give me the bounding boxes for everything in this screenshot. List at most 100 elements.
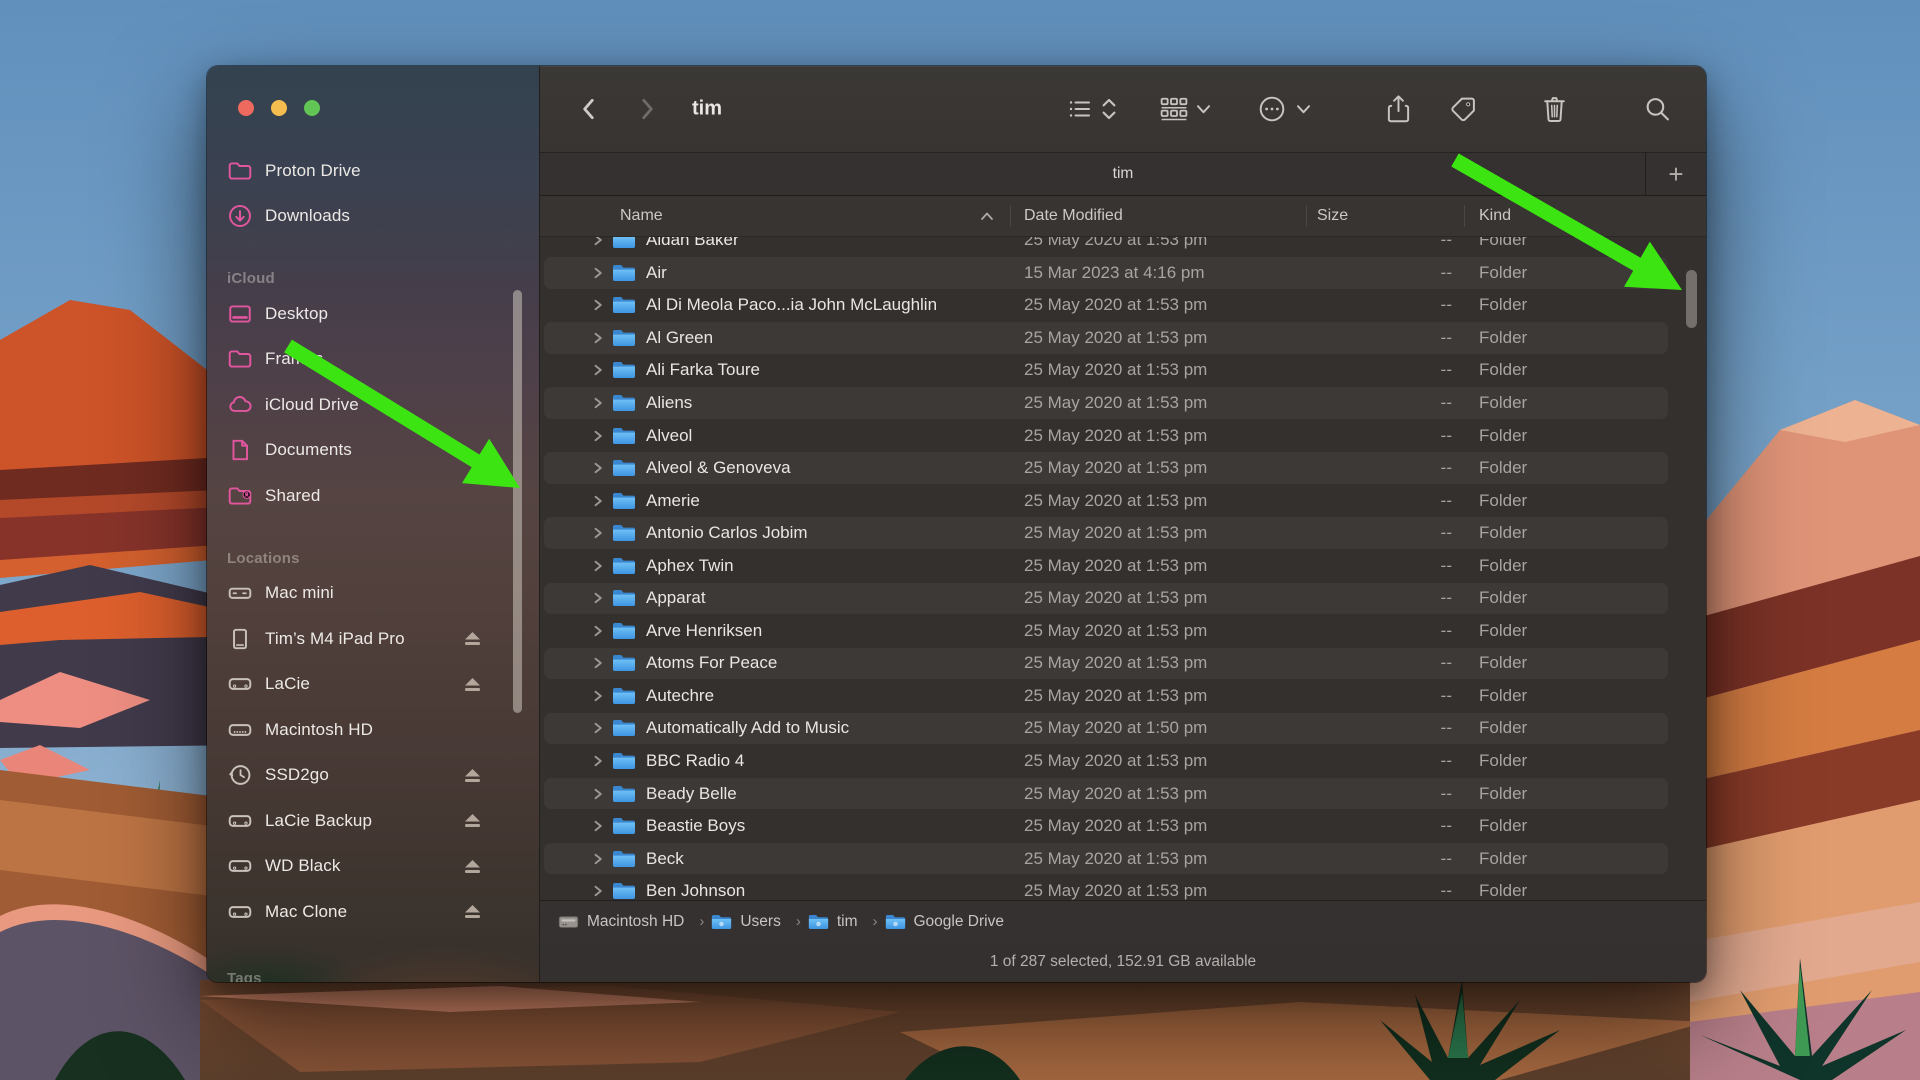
eject-icon[interactable] — [464, 813, 481, 828]
list-scrollbar[interactable] — [1686, 270, 1697, 328]
sidebar-item-documents[interactable]: Documents — [221, 428, 527, 474]
back-button[interactable] — [576, 96, 602, 122]
disclosure-chevron-icon[interactable] — [588, 364, 608, 376]
file-row-al-di-meola-paco-ia-john-mclaughlin[interactable]: Al Di Meola Paco...ia John McLaughlin 25… — [540, 289, 1706, 322]
disclosure-chevron-icon[interactable] — [588, 592, 608, 604]
column-header-date-modified[interactable]: Date Modified — [1024, 207, 1123, 225]
file-row-bbc-radio-4[interactable]: BBC Radio 4 25 May 2020 at 1:53 pm -- Fo… — [540, 745, 1706, 778]
disclosure-chevron-icon[interactable] — [588, 722, 608, 734]
disclosure-chevron-icon[interactable] — [588, 527, 608, 539]
sidebar-item-lacie[interactable]: LaCie — [221, 662, 527, 708]
sidebar-item-mac-mini[interactable]: Mac mini — [221, 571, 527, 617]
file-row-apparat[interactable]: Apparat 25 May 2020 at 1:53 pm -- Folder — [540, 582, 1706, 615]
disclosure-chevron-icon[interactable] — [588, 755, 608, 767]
disclosure-chevron-icon[interactable] — [588, 299, 608, 311]
column-header-kind[interactable]: Kind — [1479, 207, 1511, 225]
sidebar-item-proton-drive[interactable]: Proton Drive — [221, 148, 527, 194]
sidebar-item-lacie-backup[interactable]: LaCie Backup — [221, 798, 527, 844]
tag-icon[interactable] — [1450, 96, 1477, 123]
minimize-window-button[interactable] — [271, 100, 287, 116]
eject-icon[interactable] — [464, 859, 481, 874]
view-sort-updown-icon[interactable] — [1100, 97, 1118, 121]
disclosure-chevron-icon[interactable] — [588, 885, 608, 897]
path-item-google-drive[interactable]: Google Drive — [885, 913, 1026, 931]
disclosure-chevron-icon[interactable] — [588, 853, 608, 865]
sidebar-item-mac-clone[interactable]: Mac Clone — [221, 889, 527, 935]
actions-chevron-down-icon[interactable] — [1296, 104, 1311, 115]
file-row-atoms-for-peace[interactable]: Atoms For Peace 25 May 2020 at 1:53 pm -… — [540, 647, 1706, 680]
disclosure-chevron-icon[interactable] — [588, 820, 608, 832]
file-row-autechre[interactable]: Autechre 25 May 2020 at 1:53 pm -- Folde… — [540, 680, 1706, 713]
sidebar-item-macintosh-hd[interactable]: Macintosh HD — [221, 707, 527, 753]
group-view-icon[interactable] — [1160, 96, 1188, 122]
file-kind: Folder — [1464, 237, 1706, 250]
column-header-name[interactable]: Name — [620, 207, 663, 225]
disclosure-chevron-icon[interactable] — [588, 430, 608, 442]
diskhd-icon — [227, 717, 253, 743]
path-item-users[interactable]: Users › — [711, 913, 807, 931]
eject-icon[interactable] — [464, 631, 481, 646]
disclosure-chevron-icon[interactable] — [588, 462, 608, 474]
file-row-beastie-boys[interactable]: Beastie Boys 25 May 2020 at 1:53 pm -- F… — [540, 810, 1706, 843]
file-row-alveol-genoveva[interactable]: Alveol & Genoveva 25 May 2020 at 1:53 pm… — [540, 452, 1706, 485]
disclosure-chevron-icon[interactable] — [588, 495, 608, 507]
search-icon[interactable] — [1644, 96, 1671, 123]
list-view-icon[interactable] — [1068, 97, 1092, 121]
group-chevron-down-icon[interactable] — [1196, 104, 1211, 115]
path-item-macintosh-hd[interactable]: Macintosh HD › — [558, 913, 711, 931]
eject-icon[interactable] — [464, 768, 481, 783]
disclosure-chevron-icon[interactable] — [588, 560, 608, 572]
file-kind: Folder — [1464, 588, 1706, 608]
file-row-automatically-add-to-music[interactable]: Automatically Add to Music 25 May 2020 a… — [540, 712, 1706, 745]
sidebar-item-label: Documents — [265, 440, 352, 460]
sidebar-item-label: Downloads — [265, 206, 350, 226]
sidebar-scrollbar[interactable] — [513, 290, 522, 713]
file-row-ali-farka-toure[interactable]: Ali Farka Toure 25 May 2020 at 1:53 pm -… — [540, 354, 1706, 387]
trash-icon[interactable] — [1542, 95, 1567, 124]
sidebar-item-icloud-drive[interactable]: iCloud Drive — [221, 382, 527, 428]
file-row-ben-johnson[interactable]: Ben Johnson 25 May 2020 at 1:53 pm -- Fo… — [540, 875, 1706, 900]
sidebar-item-tim-s-m4-ipad-pro[interactable]: Tim’s M4 iPad Pro — [221, 616, 527, 662]
file-row-aidan-baker[interactable]: Aidan Baker 25 May 2020 at 1:53 pm -- Fo… — [540, 237, 1706, 257]
file-row-air[interactable]: Air 15 Mar 2023 at 4:16 pm -- Folder — [540, 257, 1706, 290]
sidebar-item-frames[interactable]: Frames — [221, 337, 527, 383]
disclosure-chevron-icon[interactable] — [588, 397, 608, 409]
sidebar-item-ssd2go[interactable]: SSD2go — [221, 753, 527, 799]
file-row-beck[interactable]: Beck 25 May 2020 at 1:53 pm -- Folder — [540, 842, 1706, 875]
disclosure-chevron-icon[interactable] — [588, 690, 608, 702]
disclosure-chevron-icon[interactable] — [588, 237, 608, 246]
path-item-tim[interactable]: tim › — [808, 913, 885, 931]
sidebar-item-wd-black[interactable]: WD Black — [221, 844, 527, 890]
column-header-size[interactable]: Size — [1317, 207, 1348, 225]
disclosure-chevron-icon[interactable] — [588, 788, 608, 800]
disclosure-chevron-icon[interactable] — [588, 267, 608, 279]
close-window-button[interactable] — [238, 100, 254, 116]
pfolder-icon — [885, 913, 906, 931]
disclosure-chevron-icon[interactable] — [588, 657, 608, 669]
file-row-aliens[interactable]: Aliens 25 May 2020 at 1:53 pm -- Folder — [540, 387, 1706, 420]
zoom-window-button[interactable] — [304, 100, 320, 116]
disk-icon — [227, 671, 253, 697]
disclosure-chevron-icon[interactable] — [588, 625, 608, 637]
file-row-alveol[interactable]: Alveol 25 May 2020 at 1:53 pm -- Folder — [540, 419, 1706, 452]
file-row-aphex-twin[interactable]: Aphex Twin 25 May 2020 at 1:53 pm -- Fol… — [540, 549, 1706, 582]
share-icon[interactable] — [1386, 95, 1411, 124]
sidebar-item-desktop[interactable]: Desktop — [221, 291, 527, 337]
file-row-amerie[interactable]: Amerie 25 May 2020 at 1:53 pm -- Folder — [540, 484, 1706, 517]
disclosure-chevron-icon[interactable] — [588, 332, 608, 344]
file-size: -- — [1306, 588, 1464, 608]
new-tab-button[interactable]: + — [1645, 153, 1706, 195]
file-row-al-green[interactable]: Al Green 25 May 2020 at 1:53 pm -- Folde… — [540, 322, 1706, 355]
sidebar-item-downloads[interactable]: Downloads — [221, 194, 527, 240]
sidebar-item-shared[interactable]: Shared — [221, 473, 527, 519]
file-row-beady-belle[interactable]: Beady Belle 25 May 2020 at 1:53 pm -- Fo… — [540, 777, 1706, 810]
path-separator: › — [692, 913, 711, 930]
file-row-antonio-carlos-jobim[interactable]: Antonio Carlos Jobim 25 May 2020 at 1:53… — [540, 517, 1706, 550]
tab-current[interactable]: tim — [540, 165, 1706, 183]
sidebar-section-tags: Tags — [221, 957, 527, 983]
more-actions-icon[interactable] — [1258, 95, 1286, 123]
forward-button[interactable] — [634, 96, 660, 122]
file-row-arve-henriksen[interactable]: Arve Henriksen 25 May 2020 at 1:53 pm --… — [540, 615, 1706, 648]
eject-icon[interactable] — [464, 677, 481, 692]
eject-icon[interactable] — [464, 904, 481, 919]
